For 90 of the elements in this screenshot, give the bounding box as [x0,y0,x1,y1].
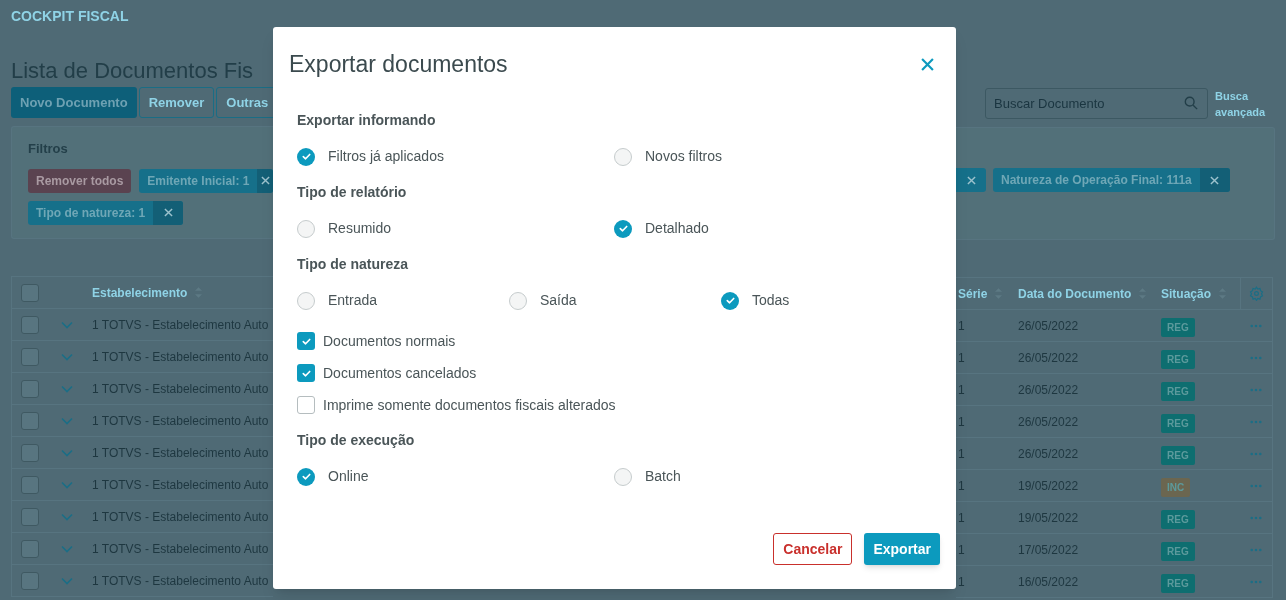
chevron-down-icon[interactable] [61,320,73,329]
checkbox-label: Imprime somente documentos fiscais alterados [323,395,616,415]
row-checkbox[interactable] [21,475,39,494]
close-icon[interactable] [956,168,986,192]
status-tag: REG [1161,573,1195,593]
column-header[interactable]: Estabelecimento [92,283,188,302]
toolbar-button[interactable]: Remover [138,87,215,118]
radio-button[interactable] [297,291,315,310]
more-icon[interactable] [1250,515,1262,520]
status-tag: REG [1161,381,1195,401]
filter-chip-label: Emitente Inicial: 1 [146,172,251,190]
row-checkbox[interactable] [21,539,39,558]
dialog-button[interactable]: Exportar [864,533,940,565]
close-icon[interactable] [153,200,184,225]
settings-icon[interactable] [1249,286,1264,301]
radio-button[interactable] [721,291,739,310]
more-icon[interactable] [1250,387,1262,392]
chevron-down-icon[interactable] [61,416,73,425]
radio-label: Filtros já aplicados [328,147,444,166]
chevron-down-icon[interactable] [61,352,73,361]
column-header[interactable]: Situação [1161,284,1211,303]
close-icon[interactable] [1199,168,1230,192]
remove-all-button[interactable]: Remover todos [28,168,132,193]
row-checkbox[interactable] [21,507,39,526]
status-tag: REG [1161,509,1195,529]
row-checkbox[interactable] [21,315,39,334]
radio-button[interactable] [614,147,632,166]
check-icon [300,471,312,482]
check-icon [300,151,312,162]
radio-label: Detalhado [645,219,709,238]
checkbox[interactable] [297,364,315,382]
chevron-down-icon[interactable] [61,576,73,585]
chevron-down-icon[interactable] [61,384,73,393]
check-icon [617,223,629,234]
status-tag: REG [1161,317,1195,337]
radio-button[interactable] [297,219,315,238]
radio-button[interactable] [614,219,632,238]
radio-button[interactable] [614,467,632,486]
column-header[interactable]: Série [958,284,988,303]
close-icon[interactable] [257,168,273,193]
chevron-down-icon[interactable] [61,480,73,489]
checkbox[interactable] [297,396,315,414]
advanced-search-link[interactable]: Busca avançada [1215,88,1269,120]
column-header[interactable]: Data do Documento [1018,284,1132,303]
more-icon[interactable] [1250,419,1262,424]
radio-button[interactable] [509,291,527,310]
more-icon[interactable] [1250,483,1262,488]
section-title: Tipo de relatório [297,183,408,200]
radio-label: Batch [645,467,681,486]
radio-label: Resumido [328,219,392,238]
status-tag: INC [1161,477,1191,497]
check-icon [724,295,736,306]
row-checkbox[interactable] [21,443,39,462]
status-tag: REG [1161,445,1195,465]
filter-chip-label: Tipo de natureza: 1 [35,204,147,222]
section-title: Exportar informando [297,111,437,128]
section-title: Tipo de natureza [297,255,409,272]
row-checkbox[interactable] [21,347,39,366]
radio-label: Entrada [328,291,378,310]
row-checkbox[interactable] [21,571,39,590]
more-icon[interactable] [1250,579,1262,584]
row-checkbox[interactable] [21,379,39,398]
radio-button[interactable] [297,147,315,166]
dialog-button[interactable]: Cancelar [773,533,853,565]
more-icon[interactable] [1250,355,1262,360]
radio-label: Saída [540,291,577,310]
more-icon[interactable] [1250,547,1262,552]
checkbox-label: Documentos cancelados [323,363,477,383]
radio-label: Novos filtros [645,147,723,166]
search-icon[interactable] [1184,96,1198,110]
radio-button[interactable] [297,467,315,486]
chevron-down-icon[interactable] [61,512,73,521]
status-tag: REG [1161,541,1195,561]
checkbox-label: Documentos normais [323,331,456,351]
toolbar-button[interactable]: Novo Documento [11,87,137,118]
status-tag: REG [1161,349,1195,369]
row-checkbox[interactable] [21,283,39,302]
checkbox[interactable] [297,332,315,350]
app-title: COCKPIT FISCAL [11,7,130,24]
radio-label: Online [328,467,369,486]
more-icon[interactable] [1250,451,1262,456]
filter-chip-label: Natureza de Operação Final: 111a [1000,172,1193,189]
dialog-title: Exportar documentos [289,49,508,79]
chevron-down-icon[interactable] [61,448,73,457]
status-tag: REG [1161,413,1195,433]
chevron-down-icon[interactable] [61,544,73,553]
radio-label: Todas [752,291,790,310]
section-title: Tipo de execução [297,431,416,448]
row-checkbox[interactable] [21,411,39,430]
more-icon[interactable] [1250,323,1262,328]
